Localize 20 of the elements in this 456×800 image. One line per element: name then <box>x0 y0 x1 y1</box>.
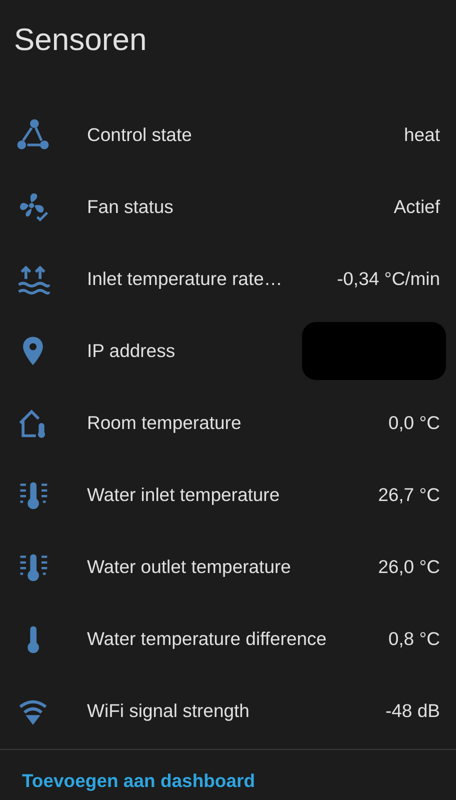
sensor-label: Water outlet temperature <box>87 556 292 578</box>
cycle-icon <box>16 118 50 152</box>
sensor-label: WiFi signal strength <box>87 700 250 722</box>
sensor-value: heat <box>404 124 440 146</box>
sensor-label: Control state <box>87 124 193 146</box>
add-to-dashboard-link[interactable]: Toevoegen aan dashboard <box>22 770 256 792</box>
sensor-value: 26,0 °C <box>378 556 440 578</box>
sensor-value: 0,0 °C <box>388 412 440 434</box>
sensor-label: Room temperature <box>87 412 242 434</box>
sensor-label: IP address <box>87 340 176 362</box>
sensor-value: 26,7 °C <box>378 484 440 506</box>
sensor-value: 0,8 °C <box>388 628 440 650</box>
sensor-label: Inlet temperature rate… <box>87 268 284 290</box>
sensor-value: Actief <box>394 196 440 218</box>
sensor-value: -48 dB <box>385 700 440 722</box>
sensor-label: Water temperature difference <box>87 628 328 650</box>
sensor-label: Fan status <box>87 196 174 218</box>
sensor-label: Water inlet temperature <box>87 484 281 506</box>
section-title: Sensoren <box>13 21 148 59</box>
sensor-value: -0,34 °C/min <box>336 268 440 290</box>
